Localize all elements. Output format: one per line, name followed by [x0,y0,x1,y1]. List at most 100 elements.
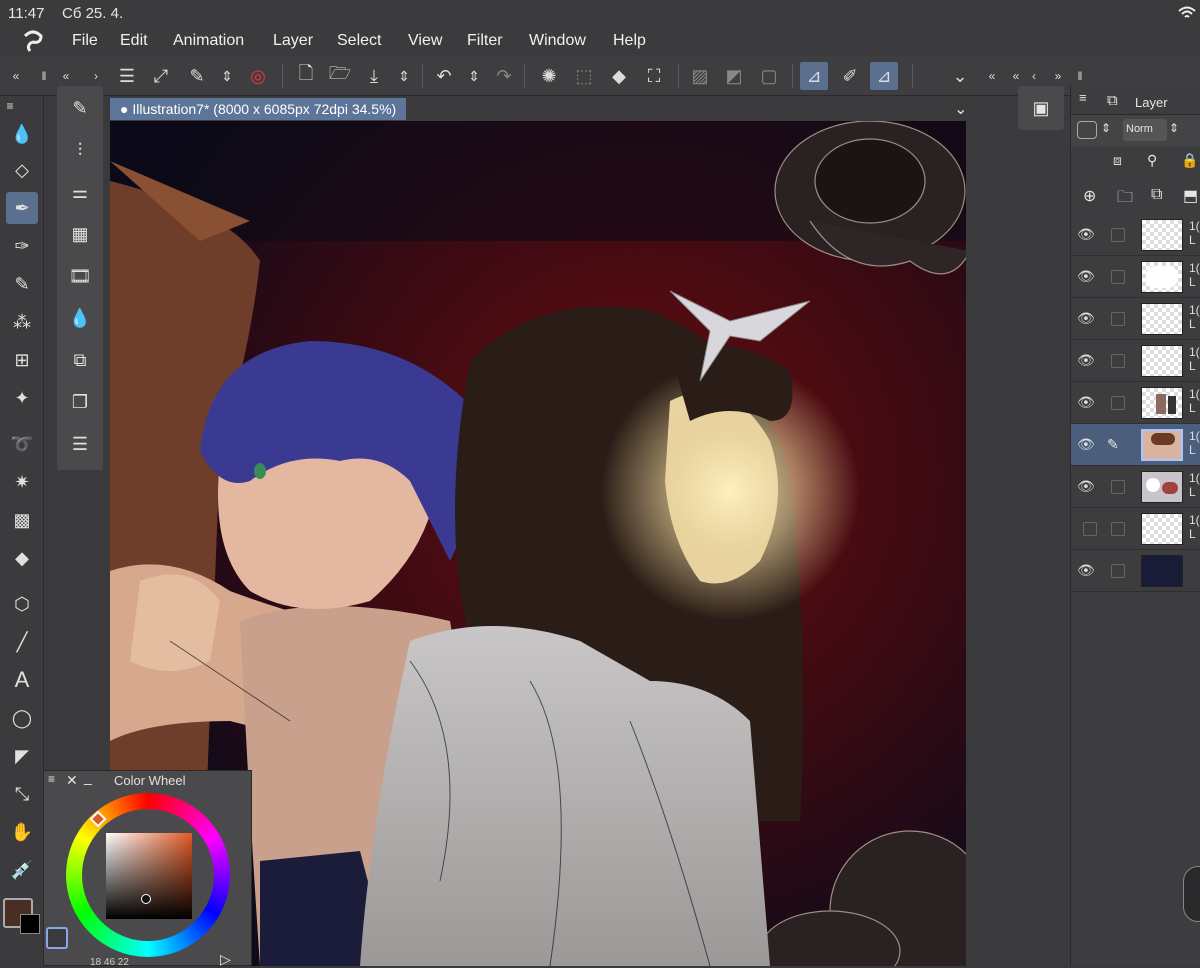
layer-clip-toggle[interactable] [1077,121,1097,139]
record-icon[interactable]: ◎ [244,62,272,90]
hand-tool-icon[interactable]: ✋ [6,816,38,848]
menu-select[interactable]: Select [337,32,381,50]
menu-view[interactable]: View [408,32,442,50]
chevron-down-icon[interactable]: ⌄ [946,62,974,90]
layer-row[interactable]: 👁 [1071,550,1200,592]
line-tool-icon[interactable]: ╱ [6,626,38,658]
menu-file[interactable]: File [72,32,98,50]
eye-icon[interactable]: 👁 [1077,478,1095,495]
airbrush-tool-icon[interactable]: ⁂ [6,306,38,338]
stepper-icon[interactable]: ⇕ [1101,121,1111,135]
stepper-icon[interactable]: ⇕ [213,62,241,90]
select-dotted-icon[interactable]: ⬚ [570,62,598,90]
color-cursor[interactable] [141,894,151,904]
navigator-icon[interactable]: ⧉ [64,344,96,376]
stepper-icon[interactable]: ⇕ [460,62,488,90]
layer-checkbox[interactable] [1111,522,1125,536]
sparkle-tool-icon[interactable]: ✦ [6,382,38,414]
gradient-tool-icon[interactable]: ▩ [6,504,38,536]
pencil-tool-icon[interactable]: ✎ [6,268,38,300]
menu-layer[interactable]: Layer [273,32,313,50]
reference-layer-icon[interactable]: ⚲ [1147,152,1157,169]
animation-timeline-icon[interactable]: 🎞 [64,260,96,292]
loading-icon[interactable]: ✺ [535,62,563,90]
eye-icon[interactable]: 👁 [1077,562,1095,579]
menu-help[interactable]: Help [613,32,646,50]
stepper-icon[interactable]: ⇕ [390,62,418,90]
crop-icon[interactable]: ▢ [755,62,783,90]
move-tool-icon[interactable]: ⤡ [6,778,38,810]
subtool-brush-icon[interactable]: ✎ [64,92,96,124]
layer-row[interactable]: 👁 1(L [1071,214,1200,256]
saturation-value-square[interactable] [106,833,192,919]
eyedropper-tool-icon[interactable]: 💉 [6,854,38,886]
clear-selection-icon[interactable]: ▨ [686,62,714,90]
save-icon[interactable]: ⤓ [360,62,388,90]
brush-icon[interactable]: ✐ [836,62,864,90]
layer-row[interactable]: 👁 1(L [1071,466,1200,508]
text-tool-icon[interactable]: A [6,664,38,696]
minimize-icon[interactable]: _ [84,769,92,785]
edit-image-icon[interactable]: ✎ [183,62,211,90]
magic-wand-icon[interactable]: ✷ [6,466,38,498]
close-icon[interactable]: ✕ [66,772,78,789]
eye-icon[interactable]: 👁 [1077,352,1095,369]
layer-row[interactable]: 👁 1(L [1071,298,1200,340]
new-file-icon[interactable]: 🗋 [292,62,320,90]
app-logo-icon[interactable] [20,28,46,54]
visibility-toggle[interactable] [1083,522,1097,536]
fit-canvas-icon[interactable]: ⤢ [147,62,175,90]
play-icon[interactable]: ▷ [220,951,231,968]
menu-window[interactable]: Window [529,32,586,50]
stepper-icon[interactable]: ⇕ [1169,121,1179,135]
collapse-left-icon[interactable]: « [2,62,30,90]
merge-layer-icon[interactable]: ⬒ [1183,186,1198,206]
eye-icon[interactable]: 👁 [1077,268,1095,285]
open-folder-icon[interactable]: 🗁 [326,62,354,90]
invert-selection-icon[interactable]: ◩ [720,62,748,90]
menu-animation[interactable]: Animation [173,32,244,50]
transform-icon[interactable]: ⛶ [640,62,668,90]
eye-icon[interactable]: 👁 [1077,310,1095,327]
layer-checkbox[interactable] [1111,396,1125,410]
hamburger-menu-icon[interactable]: ≡ [1079,90,1087,105]
hamburger-menu-icon[interactable]: ≡ [48,772,55,786]
fill-icon[interactable]: ◆ [605,62,633,90]
eye-icon[interactable]: 👁 [1077,436,1095,453]
frame-tool-icon[interactable]: ◤ [6,740,38,772]
eye-icon[interactable]: 👁 [1077,226,1095,243]
lock-transparent-icon[interactable]: ⧈ [1113,152,1122,169]
ruler-icon[interactable]: ⊿ [870,62,898,90]
new-folder-icon[interactable]: 🗀 [1117,186,1133,213]
layer-row-selected[interactable]: 👁 ✎ 1(L [1071,424,1200,466]
layer-checkbox[interactable] [1111,564,1125,578]
3d-object-icon[interactable]: ⬡ [6,588,38,620]
swap-color-icon[interactable] [46,927,68,949]
layer-property-icon[interactable]: ❐ [64,386,96,418]
eraser-tool-icon[interactable]: ◇ [6,154,38,186]
blend-mode-select[interactable]: Norm [1123,119,1167,141]
undo-icon[interactable]: ↶ [430,62,458,90]
settings-sliders-icon[interactable]: ⚌ [64,176,96,208]
scroll-handle[interactable] [1183,866,1200,922]
layer-panel-title[interactable]: Layer [1135,95,1168,110]
pen-alt-tool-icon[interactable]: ✑ [6,230,38,262]
layer-checkbox[interactable] [1111,354,1125,368]
pen-tool-icon[interactable]: ✒ [6,192,38,224]
layer-row[interactable]: 👁 1(L [1071,382,1200,424]
fill-tool-icon[interactable]: ◆ [6,542,38,574]
new-layer-icon[interactable]: ⊕ [1083,186,1096,206]
layer-checkbox[interactable] [1111,228,1125,242]
tool-property-icon[interactable]: ⫶ [64,134,96,166]
grid-tool-icon[interactable]: ⊞ [6,344,38,376]
lock-icon[interactable]: 🔒 [1181,152,1198,169]
ruler-snap-icon[interactable]: ⊿ [800,62,828,90]
color-mixing-icon[interactable]: 💧 [64,302,96,334]
canvas-tab[interactable]: ● Illustration7* (8000 x 6085px 72dpi 34… [110,98,407,120]
history-icon[interactable]: ☰ [64,428,96,460]
material-icon[interactable]: ▦ [64,218,96,250]
eye-icon[interactable]: 👁 [1077,394,1095,411]
hamburger-menu-icon[interactable]: ☰ [113,62,141,90]
layer-checkbox[interactable] [1111,480,1125,494]
layer-checkbox[interactable] [1111,312,1125,326]
